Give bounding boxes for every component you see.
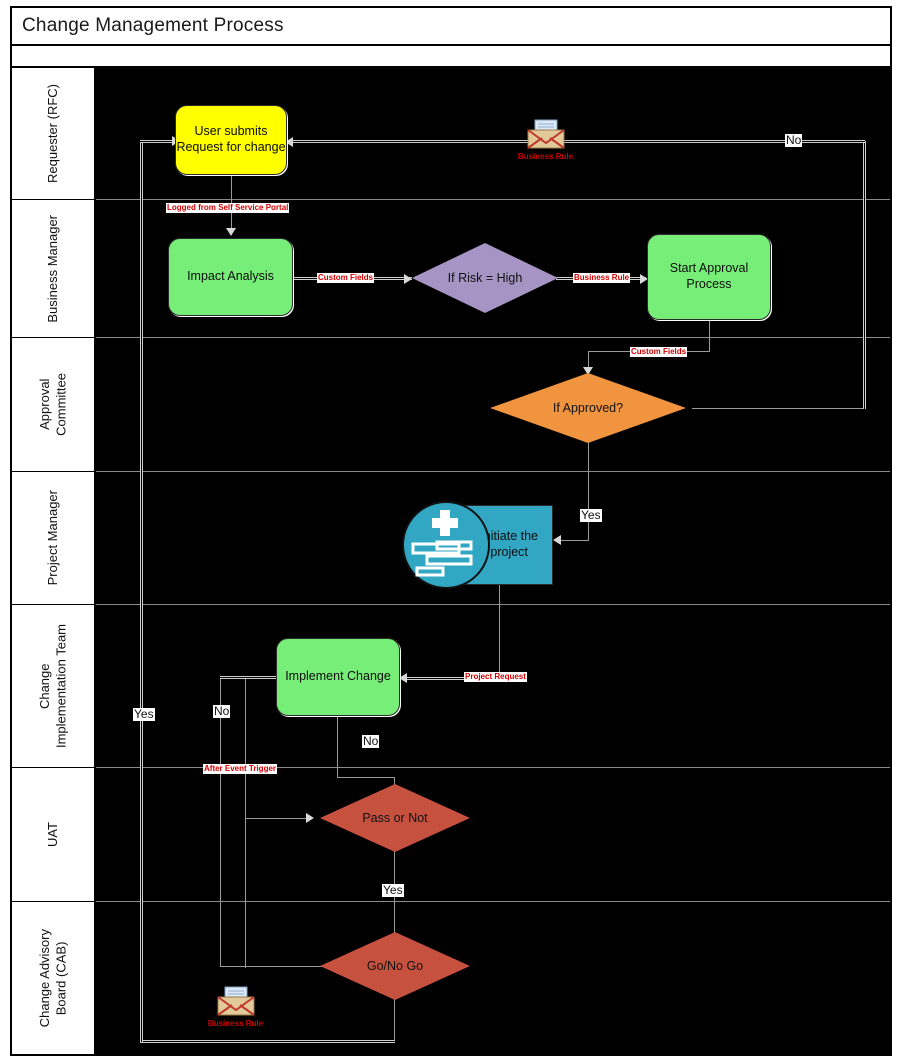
project-plus-gantt-icon <box>401 500 491 590</box>
connector-after-event-up <box>245 678 246 968</box>
connector-yes-to-initiate <box>560 540 589 541</box>
lane-label-uat: UAT <box>44 821 60 848</box>
lane-header-change-implementation-team[interactable]: Change Implementation Team <box>12 605 96 768</box>
lane-label-requester: Requester (RFC) <box>44 84 60 183</box>
connector-into-pass-left <box>245 818 307 819</box>
connector-gonogo-yes-down <box>394 996 395 1042</box>
branch-label-no-pass: No <box>362 734 380 748</box>
lane-header-requester[interactable]: Requester (RFC) <box>12 68 96 200</box>
node-label-user-submits: User submits Request for change <box>176 124 286 154</box>
node-label-pass-or-not: Pass or Not <box>362 811 428 825</box>
arrow-pass-in-left <box>306 813 314 823</box>
lane-label-business-manager: Business Manager <box>44 214 60 323</box>
branch-label-yes-go: Yes <box>133 707 155 721</box>
title-subband <box>12 46 890 68</box>
node-label-impact-analysis: Impact Analysis <box>187 269 274 284</box>
connector-no-right <box>692 408 865 409</box>
lane-label-project-manager: Project Manager <box>44 490 60 586</box>
branch-label-no-go: No <box>213 704 231 718</box>
arrow-initiate-in-right <box>553 535 561 545</box>
page-title: Change Management Process <box>22 15 284 36</box>
connector-gonogo-yes-up <box>140 140 143 1042</box>
arrow-implement-in-right <box>399 673 407 683</box>
node-impact-analysis[interactable]: Impact Analysis <box>168 238 293 316</box>
lane-header-change-advisory-board[interactable]: Change Advisory Board (CAB) <box>12 902 96 1054</box>
business-rule-annotation-top: Business Rule <box>513 118 578 166</box>
envelope-icon <box>527 119 565 149</box>
connector-implement-to-pass <box>337 777 395 778</box>
edge-label-business-rule-1: Business Rule <box>573 273 631 283</box>
connector-approval-down <box>709 320 710 352</box>
connector-after-event-to-implement <box>245 676 278 679</box>
business-rule-top-caption: Business Rule <box>517 152 574 161</box>
branch-label-yes-pass: Yes <box>382 883 404 897</box>
branch-label-yes-approved: Yes <box>580 508 602 522</box>
node-start-approval-process[interactable]: Start Approval Process <box>647 234 771 320</box>
arrow-impact-in <box>226 228 236 236</box>
lane-header-approval-committee[interactable]: Approval Committee <box>12 338 96 472</box>
lane-body-change-implementation-team <box>96 605 890 768</box>
connector-gonogo-yes-left <box>140 1040 395 1043</box>
diagram-canvas: Change Management Process Requester (RFC… <box>0 0 900 1062</box>
arrow-risk-in <box>404 274 412 284</box>
connector-yes-down <box>588 443 589 540</box>
connector-initiate-down <box>499 585 500 678</box>
edge-label-custom-fields-1: Custom Fields <box>317 273 375 283</box>
edge-label-project-request: Project Request <box>464 672 527 682</box>
node-user-submits[interactable]: User submits Request for change <box>175 105 287 175</box>
lane-header-project-manager[interactable]: Project Manager <box>12 472 96 605</box>
diagram-title-bar: Change Management Process <box>12 8 890 46</box>
connector-gonogo-no-up <box>220 678 221 967</box>
connector-no-up <box>863 141 866 409</box>
business-rule-annotation-bottom: Business Rule <box>203 985 268 1033</box>
connector-implement-down <box>337 712 338 778</box>
node-go-no-go[interactable]: Go/No Go <box>320 932 470 1000</box>
lane-body-uat <box>96 768 890 902</box>
lane-label-change-implementation-team: Change Implementation Team <box>36 623 68 749</box>
node-label-if-approved: If Approved? <box>552 401 624 415</box>
node-implement-change[interactable]: Implement Change <box>276 638 400 716</box>
node-label-implement-change: Implement Change <box>285 669 391 684</box>
edge-label-logged-portal: Logged from Self Service Portal <box>166 203 290 213</box>
lane-label-approval-committee: Approval Committee <box>36 373 68 436</box>
lane-header-business-manager[interactable]: Business Manager <box>12 200 96 338</box>
node-pass-or-not[interactable]: Pass or Not <box>320 784 470 852</box>
business-rule-bottom-caption: Business Rule <box>207 1019 264 1028</box>
node-label-go-no-go: Go/No Go <box>366 959 424 973</box>
node-if-approved[interactable]: If Approved? <box>490 373 686 443</box>
lane-label-change-advisory-board: Change Advisory Board (CAB) <box>36 928 68 1028</box>
lane-header-uat[interactable]: UAT <box>12 768 96 902</box>
connector-gonogo-no-left <box>220 966 322 967</box>
node-label-if-risk-high: If Risk = High <box>447 271 523 285</box>
node-if-risk-high[interactable]: If Risk = High <box>412 243 558 313</box>
branch-label-no-approved: No <box>785 133 803 147</box>
node-label-start-approval-process: Start Approval Process <box>669 261 749 291</box>
edge-label-after-event: After Event Trigger <box>203 764 278 774</box>
envelope-icon <box>217 986 255 1016</box>
edge-label-custom-fields-2: Custom Fields <box>630 347 688 357</box>
